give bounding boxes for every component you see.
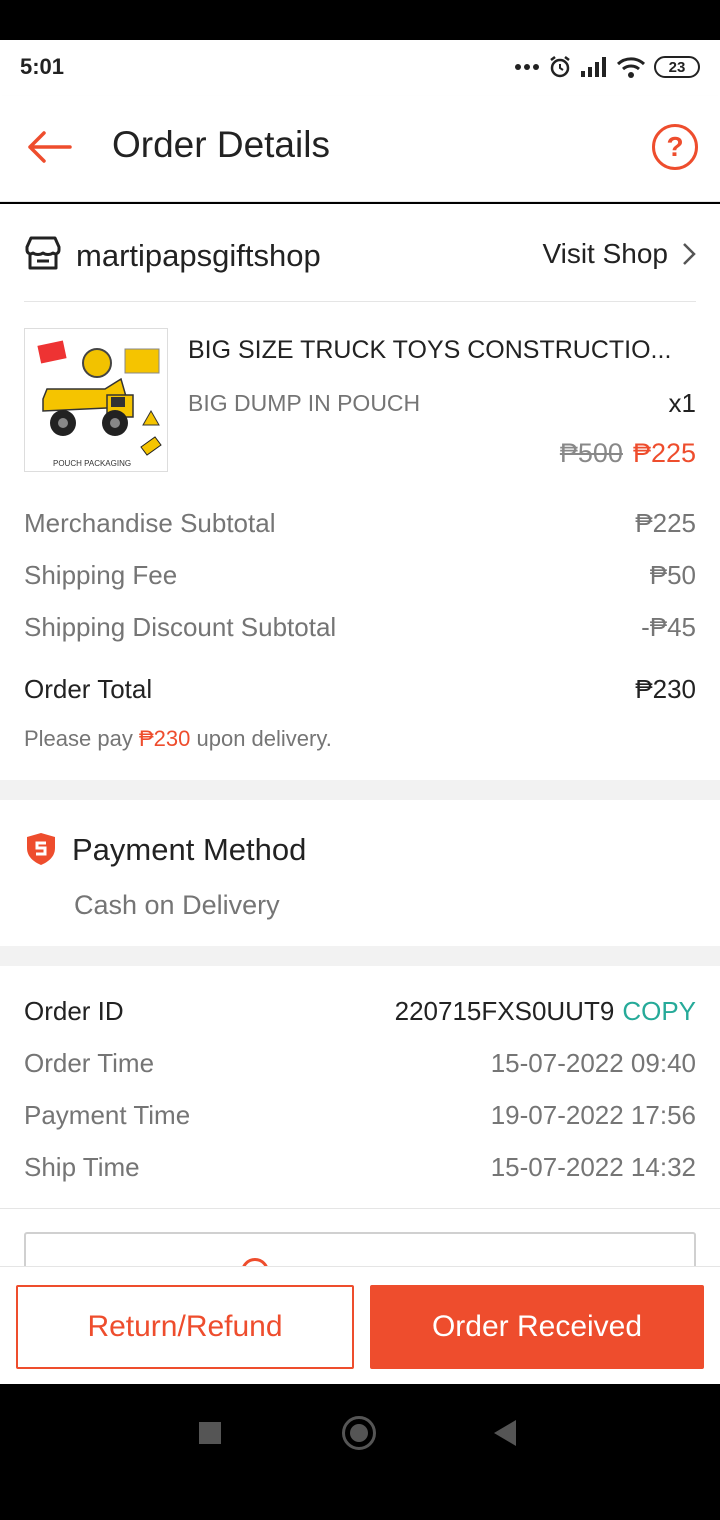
shipping-discount-value: -₱45 <box>641 612 696 642</box>
arrow-left-icon <box>28 131 72 163</box>
payment-method-value: Cash on Delivery <box>74 890 280 920</box>
copy-button[interactable]: COPY <box>622 996 696 1026</box>
battery-icon: 23 <box>654 56 700 78</box>
alarm-icon <box>550 56 570 78</box>
ship-time-value: 15-07-2022 14:32 <box>490 1152 696 1182</box>
ship-time-row: Ship Time 15-07-2022 14:32 <box>24 1152 696 1183</box>
contact-seller-button[interactable] <box>24 1232 696 1266</box>
shop-row: martipapsgiftshop Visit Shop <box>24 204 696 302</box>
recents-button[interactable] <box>199 1422 221 1444</box>
product-variant: BIG DUMP IN POUCH <box>188 390 421 416</box>
divider <box>0 1208 720 1209</box>
payment-method-card: Payment Method Cash on Delivery <box>0 800 720 946</box>
return-refund-button[interactable]: Return/Refund <box>16 1285 354 1369</box>
product-item[interactable]: POUCH PACKAGING BIG SIZE TRUCK TOYS CONS… <box>24 328 696 478</box>
payment-method-title: Payment Method <box>72 832 307 867</box>
order-id-label: Order ID <box>24 996 124 1026</box>
order-time-label: Order Time <box>24 1048 155 1078</box>
home-button[interactable] <box>342 1416 376 1450</box>
shipping-discount-row: Shipping Discount Subtotal -₱45 <box>24 612 696 643</box>
top-black-bar <box>0 0 720 40</box>
order-content: martipapsgiftshop Visit Shop POUCH PACKA… <box>0 204 720 1266</box>
payment-time-label: Payment Time <box>24 1100 191 1130</box>
wifi-icon <box>616 57 646 78</box>
discounted-price: ₱225 <box>632 438 696 468</box>
order-id-value: 220715FXS0UUT9 <box>394 996 615 1026</box>
shipping-fee-row: Shipping Fee ₱50 <box>24 560 696 591</box>
help-button[interactable]: ? <box>652 124 698 170</box>
page-header: Order Details ? <box>0 96 720 202</box>
ship-time-label: Ship Time <box>24 1152 140 1182</box>
payment-note-amount: ₱230 <box>138 726 191 751</box>
chevron-right-icon <box>683 243 696 265</box>
order-id-group: 220715FXS0UUT9 COPY <box>395 996 696 1027</box>
svg-text:POUCH PACKAGING: POUCH PACKAGING <box>53 459 131 468</box>
shop-name: martipapsgiftshop <box>76 238 321 273</box>
payment-time-row: Payment Time 19-07-2022 17:56 <box>24 1100 696 1131</box>
dump-truck-image: POUCH PACKAGING <box>25 329 167 471</box>
product-name: BIG SIZE TRUCK TOYS CONSTRUCTIO... <box>188 336 672 364</box>
status-time: 5:01 <box>20 54 65 79</box>
system-nav-bar <box>0 1384 720 1520</box>
merchandise-subtotal-value: ₱225 <box>635 508 696 538</box>
order-received-button[interactable]: Order Received <box>370 1285 704 1369</box>
order-time-value: 15-07-2022 09:40 <box>490 1048 696 1078</box>
status-icons: 23 <box>514 54 700 80</box>
product-thumbnail: POUCH PACKAGING <box>24 328 168 472</box>
order-total-label: Order Total <box>24 674 153 704</box>
visit-shop-label: Visit Shop <box>542 238 668 269</box>
product-quantity: x1 <box>668 388 696 418</box>
visit-shop-link[interactable]: Visit Shop <box>542 238 696 270</box>
order-id-row: Order ID 220715FXS0UUT9 COPY <box>24 996 696 1027</box>
payment-note: Please pay ₱230 upon delivery. <box>24 726 332 752</box>
merchandise-subtotal-row: Merchandise Subtotal ₱225 <box>24 508 696 539</box>
order-summary-card: martipapsgiftshop Visit Shop POUCH PACKA… <box>0 204 720 780</box>
payment-time-value: 19-07-2022 17:56 <box>490 1100 696 1130</box>
order-total-row: Order Total ₱230 <box>24 674 696 705</box>
shield-icon <box>27 833 55 865</box>
shop-icon <box>25 236 61 270</box>
payment-note-suffix: upon delivery. <box>196 726 332 751</box>
chat-icon <box>241 1258 269 1266</box>
merchandise-subtotal-label: Merchandise Subtotal <box>24 508 276 538</box>
page-title: Order Details <box>112 124 330 165</box>
status-bar: 5:01 23 <box>0 40 720 96</box>
more-dots-icon <box>515 64 539 70</box>
back-button[interactable] <box>24 124 74 170</box>
shipping-discount-label: Shipping Discount Subtotal <box>24 612 337 642</box>
product-prices: ₱500 ₱225 <box>560 438 696 469</box>
payment-note-prefix: Please pay <box>24 726 133 751</box>
original-price: ₱500 <box>559 438 623 468</box>
shipping-fee-value: ₱50 <box>649 560 696 590</box>
bottom-action-bar: Return/Refund Order Received <box>0 1266 720 1384</box>
system-back-button[interactable] <box>494 1420 516 1446</box>
order-total-value: ₱230 <box>635 674 696 704</box>
order-info-card: Order ID 220715FXS0UUT9 COPY Order Time 1… <box>0 966 720 1266</box>
order-time-row: Order Time 15-07-2022 09:40 <box>24 1048 696 1079</box>
screen: 5:01 23 Order Details ? martipapsgiftsho… <box>0 0 720 1520</box>
signal-icon <box>581 57 606 77</box>
shipping-fee-label: Shipping Fee <box>24 560 178 590</box>
